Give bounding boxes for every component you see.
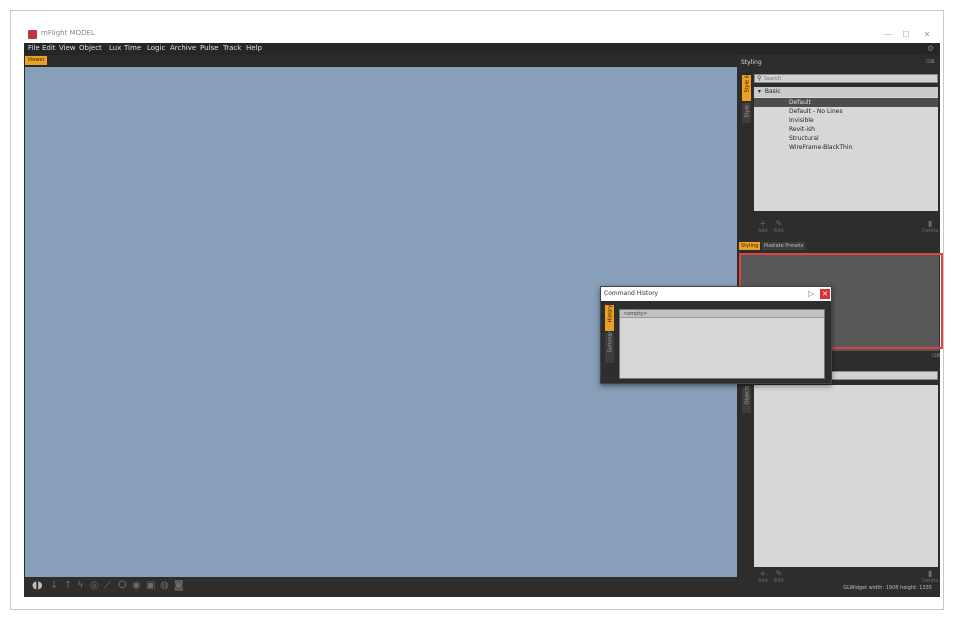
tool-down-icon[interactable]: ↓ <box>50 580 58 591</box>
tool-image-icon[interactable]: ▣ <box>146 580 155 591</box>
style-edit-label: Edit <box>774 228 784 234</box>
delete-icon: ▮ <box>928 219 933 228</box>
menu-help[interactable]: Help <box>246 44 262 52</box>
tab-style-lib-label: Style lib <box>744 72 751 93</box>
edit-icon: ✎ <box>775 569 783 578</box>
menu-view[interactable]: View <box>59 44 76 52</box>
objects-list[interactable] <box>754 385 938 567</box>
menu-lux[interactable]: Lux <box>109 44 121 52</box>
style-delete-button[interactable]: ▮ Delete <box>922 219 938 234</box>
window-title: mFlight MODEL <box>41 29 95 37</box>
menu-time[interactable]: Time <box>124 44 141 52</box>
search-icon: ⚲ <box>757 75 762 82</box>
tool-pencil-icon[interactable]: ⟋ <box>104 580 111 591</box>
style-edit-button[interactable]: ✎ Edit <box>774 219 784 234</box>
command-history-window: Command History ▷ ✕ History Summary <emp… <box>600 286 832 384</box>
maximize-button[interactable]: ☐ <box>896 28 916 41</box>
menu-bar: File Edit View Object Lux Time Logic Arc… <box>24 43 940 55</box>
tab-viewer[interactable]: Viewer <box>25 56 47 65</box>
menu-pulse[interactable]: Pulse <box>200 44 218 52</box>
edit-icon: ✎ <box>775 219 783 228</box>
styling-panel-title: Styling <box>741 59 762 66</box>
object-delete-button[interactable]: ▮ Delete <box>922 569 938 584</box>
menu-logic[interactable]: Logic <box>147 44 165 52</box>
object-edit-label: Edit <box>774 578 784 584</box>
tool-globe-icon[interactable]: ◉ <box>132 580 141 591</box>
menu-object[interactable]: Object <box>79 44 102 52</box>
tool-camera-icon[interactable]: ◍ <box>160 580 169 591</box>
tab-history-label: History <box>607 304 614 323</box>
object-edit-button[interactable]: ✎ Edit <box>774 569 784 584</box>
tab-summary-label: Summary <box>607 328 614 353</box>
tree-group-basic[interactable]: ▾ Basic <box>754 87 938 97</box>
tool-up-icon[interactable]: ↑ <box>64 580 72 591</box>
styling-search-input[interactable] <box>764 75 934 82</box>
tool-orbit-icon[interactable]: ◖◗ <box>32 580 43 591</box>
tool-lightning-icon[interactable]: ϟ <box>77 580 84 591</box>
styling-panel-controls[interactable]: ⊡⊠ <box>926 59 934 65</box>
tab-history[interactable]: History <box>605 305 614 331</box>
style-item[interactable]: Invisible <box>754 116 938 125</box>
tree-group-label: Basic <box>764 88 781 95</box>
command-history-title: Command History <box>604 290 659 297</box>
app-logo-icon <box>28 30 37 39</box>
window-titlebar: mFlight MODEL — ☐ ✕ <box>24 27 940 43</box>
close-window-button[interactable]: ✕ <box>917 28 937 41</box>
add-icon: + <box>759 219 767 228</box>
status-text: GLWidget width: 1908 height: 1335 <box>843 585 932 591</box>
style-tree: ▾ Basic Default Default - No Lines Invis… <box>754 87 938 211</box>
list-item[interactable]: <empty> <box>620 310 824 318</box>
style-item[interactable]: Default <box>754 98 938 107</box>
style-item[interactable]: Structural <box>754 134 938 143</box>
objects-panel-controls[interactable]: ⊡⊠ <box>932 353 940 359</box>
style-add-button[interactable]: + Add <box>758 219 768 234</box>
style-delete-label: Delete <box>922 228 939 234</box>
gear-icon[interactable]: ⚙ <box>927 44 934 53</box>
tab-objects[interactable]: Objects <box>742 385 751 413</box>
tool-target-icon[interactable]: ◎ <box>90 580 99 591</box>
tab-style[interactable]: Style <box>742 103 751 123</box>
tab-summary[interactable]: Summary <box>605 328 614 363</box>
tab-pixelate-presets[interactable]: Pixelate Presets <box>762 242 806 250</box>
style-item[interactable]: WireFrame-BlackThin <box>754 143 938 152</box>
cursor-icon: ▷ <box>808 289 815 298</box>
tab-styling[interactable]: Styling <box>739 242 761 250</box>
menu-edit[interactable]: Edit <box>42 44 56 52</box>
add-icon: + <box>759 569 767 578</box>
tool-bar: ◖◗ ↓ ↑ ϟ ◎ ⟋ ⵔ ◉ ▣ ◍ ◙ <box>24 577 736 597</box>
command-history-list[interactable]: <empty> <box>619 309 825 379</box>
tab-objects-label: Objects <box>744 385 751 405</box>
minimize-button[interactable]: — <box>878 28 898 41</box>
tab-style-label: Style <box>744 104 751 118</box>
object-add-button[interactable]: + Add <box>758 569 768 584</box>
style-add-label: Add <box>758 228 768 234</box>
command-history-titlebar[interactable]: Command History ▷ ✕ <box>601 287 831 301</box>
menu-archive[interactable]: Archive <box>170 44 196 52</box>
style-item[interactable]: Default - No Lines <box>754 107 938 116</box>
menu-file[interactable]: File <box>28 44 40 52</box>
menu-track[interactable]: Track <box>223 44 241 52</box>
object-add-label: Add <box>758 578 768 584</box>
close-icon[interactable]: ✕ <box>820 289 830 299</box>
tool-record-icon[interactable]: ◙ <box>174 580 184 591</box>
tab-style-lib[interactable]: Style lib <box>742 72 751 101</box>
tool-person-icon[interactable]: ⵔ <box>118 580 127 591</box>
styling-search[interactable]: ⚲ <box>754 74 938 83</box>
object-delete-label: Delete <box>922 578 939 584</box>
delete-icon: ▮ <box>928 569 933 578</box>
style-item[interactable]: Revit-ish <box>754 125 938 134</box>
